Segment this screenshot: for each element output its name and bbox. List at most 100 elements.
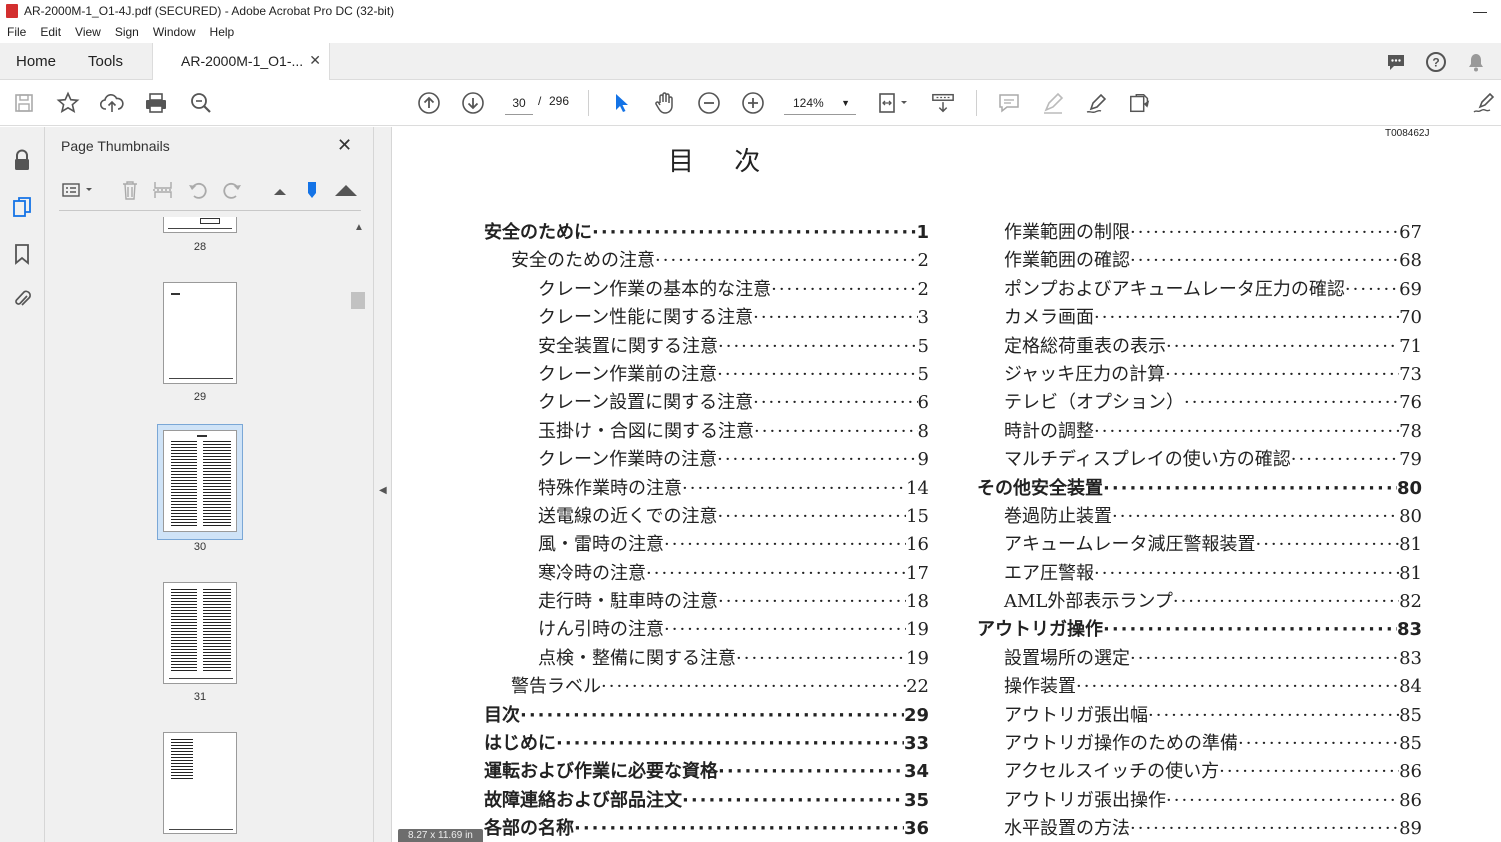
upload-cloud-icon[interactable]	[100, 91, 124, 115]
thumbnail-size-small-icon[interactable]	[269, 179, 291, 201]
menu-edit[interactable]: Edit	[33, 25, 68, 39]
rotate-counterclockwise-icon[interactable]	[187, 179, 209, 201]
toc-entry-page: 84	[1399, 676, 1422, 698]
thumbnail-size-large-icon[interactable]	[333, 179, 359, 201]
toc-leader-dots	[601, 673, 906, 701]
toc-entry-title: 目次	[484, 704, 520, 726]
delete-pages-icon[interactable]	[119, 179, 141, 201]
tab-document[interactable]: AR-2000M-1_O1-... ✕	[152, 43, 330, 80]
toc-leader-dots	[1103, 475, 1397, 503]
zoom-in-icon[interactable]	[741, 91, 765, 115]
select-cursor-icon[interactable]	[609, 91, 633, 115]
toc-entry-page: 35	[903, 789, 929, 811]
toc-entry-page: 29	[903, 704, 929, 726]
thumbnail-page[interactable]	[163, 217, 237, 233]
panel-close-icon[interactable]: ✕	[337, 135, 352, 156]
redact-tool-icon[interactable]	[1128, 91, 1152, 115]
left-rail	[0, 127, 45, 842]
toc-leader-dots	[1184, 389, 1399, 417]
tab-tools[interactable]: Tools	[88, 53, 123, 70]
hand-tool-icon[interactable]	[653, 91, 677, 115]
toc-entry: クレーン作業時の注意 9	[484, 446, 929, 474]
thumbnail-page[interactable]	[163, 282, 237, 384]
toc-entry-page: 19	[906, 647, 929, 669]
toc-entry: ポンプおよびアキュームレータ圧力の確認 69	[977, 276, 1422, 304]
page-number-input[interactable]: 30	[505, 91, 533, 115]
toc-entry: 玉掛け・合図に関する注意 8	[484, 418, 929, 446]
highlight-pen-icon[interactable]	[1041, 91, 1065, 115]
next-page-icon[interactable]	[461, 91, 485, 115]
toc-leader-dots	[1112, 503, 1399, 531]
thumbnail-page-number: 29	[193, 391, 207, 403]
toc-leader-dots	[646, 560, 906, 588]
toc-leader-dots	[1345, 276, 1399, 304]
toc-entry: 作業範囲の確認 68	[977, 247, 1422, 275]
toc-entry: その他安全装置 80	[977, 475, 1422, 503]
toolbar-divider	[588, 90, 589, 116]
tab-home[interactable]: Home	[16, 53, 56, 70]
thumbnail-scrollbar[interactable]: ▲	[350, 222, 366, 842]
toc-entry-title: 作業範囲の確認	[1004, 250, 1130, 272]
thumbnail-page-selected[interactable]	[163, 430, 237, 532]
menu-help[interactable]: Help	[203, 25, 242, 39]
zoom-out-icon[interactable]	[697, 91, 721, 115]
toc-leader-dots	[1148, 702, 1399, 730]
zoom-search-icon[interactable]	[189, 91, 213, 115]
page-fit-icon[interactable]	[876, 91, 912, 115]
toc-entry: はじめに 33	[484, 730, 929, 758]
scrollbar-thumb[interactable]	[351, 292, 365, 309]
thumbnail-options-menu-icon[interactable]	[61, 179, 95, 201]
bookmark-star-icon[interactable]	[56, 91, 80, 115]
toc-entry-page: 17	[906, 562, 929, 584]
previous-page-icon[interactable]	[417, 91, 441, 115]
rotate-clockwise-icon[interactable]	[221, 179, 243, 201]
comment-chat-icon[interactable]	[1385, 51, 1407, 73]
menu-file[interactable]: File	[0, 25, 33, 39]
toc-entry-title: 安全のための注意	[511, 250, 655, 272]
toc-entry-title: 走行時・駐車時の注意	[538, 591, 718, 613]
toc-entry-page: 82	[1399, 591, 1422, 613]
tab-bar: Home Tools AR-2000M-1_O1-... ✕ ?	[0, 43, 1501, 80]
thumbnail-size-slider-icon[interactable]	[301, 179, 323, 201]
tab-close-icon[interactable]: ✕	[309, 52, 321, 69]
scroll-up-arrow-icon[interactable]: ▲	[354, 222, 364, 233]
panel-collapse-handle[interactable]: ◀	[374, 127, 392, 842]
minimize-button[interactable]: —	[1465, 3, 1495, 19]
attachment-paperclip-icon[interactable]	[11, 288, 33, 310]
toc-entry-page: 86	[1399, 761, 1422, 783]
toc-entry-page: 22	[906, 676, 929, 698]
toc-entry: 風・雷時の注意 16	[484, 531, 929, 559]
scroll-mode-icon[interactable]	[931, 91, 955, 115]
thumbnail-page[interactable]	[163, 582, 237, 684]
menu-sign[interactable]: Sign	[108, 25, 146, 39]
page-thumbnails-icon[interactable]	[11, 196, 33, 218]
extract-pages-icon[interactable]	[152, 179, 174, 201]
help-icon[interactable]: ?	[1425, 51, 1447, 73]
lock-icon[interactable]	[11, 149, 33, 171]
toc-entry: アウトリガ操作 83	[977, 616, 1422, 644]
document-view[interactable]: T008462J 目 次 安全のために1安全のための注意2クレーン作業の基本的な…	[392, 127, 1501, 842]
comment-icon[interactable]	[997, 91, 1021, 115]
toc-entry-title: アウトリガ張出幅	[1004, 704, 1148, 726]
fill-sign-icon[interactable]	[1471, 91, 1499, 115]
toc-entry: アウトリガ操作のための準備 85	[977, 730, 1422, 758]
toc-leader-dots	[1173, 588, 1399, 616]
toc-leader-dots	[592, 219, 916, 247]
save-icon[interactable]	[12, 91, 36, 115]
notification-bell-icon[interactable]	[1465, 51, 1487, 73]
print-icon[interactable]	[144, 91, 168, 115]
toc-entry-title: 作業範囲の制限	[1004, 222, 1130, 243]
toc-entry-title: アウトリガ操作のための準備	[1004, 733, 1238, 755]
menu-view[interactable]: View	[68, 25, 108, 39]
sign-pen-icon[interactable]	[1085, 91, 1109, 115]
zoom-level-select[interactable]: 124% ▼	[784, 91, 856, 115]
toc-entry-title: けん引時の注意	[538, 619, 664, 641]
toc-entry-page: 2	[917, 250, 929, 272]
menu-window[interactable]: Window	[146, 25, 203, 39]
bookmark-icon[interactable]	[11, 243, 33, 265]
toc-leader-dots	[717, 503, 906, 531]
toc-entry-title: 風・雷時の注意	[538, 534, 664, 556]
toc-leader-dots	[1094, 418, 1399, 446]
toc-entry: マルチディスプレイの使い方の確認 79	[977, 446, 1422, 474]
thumbnail-page[interactable]	[163, 732, 237, 834]
